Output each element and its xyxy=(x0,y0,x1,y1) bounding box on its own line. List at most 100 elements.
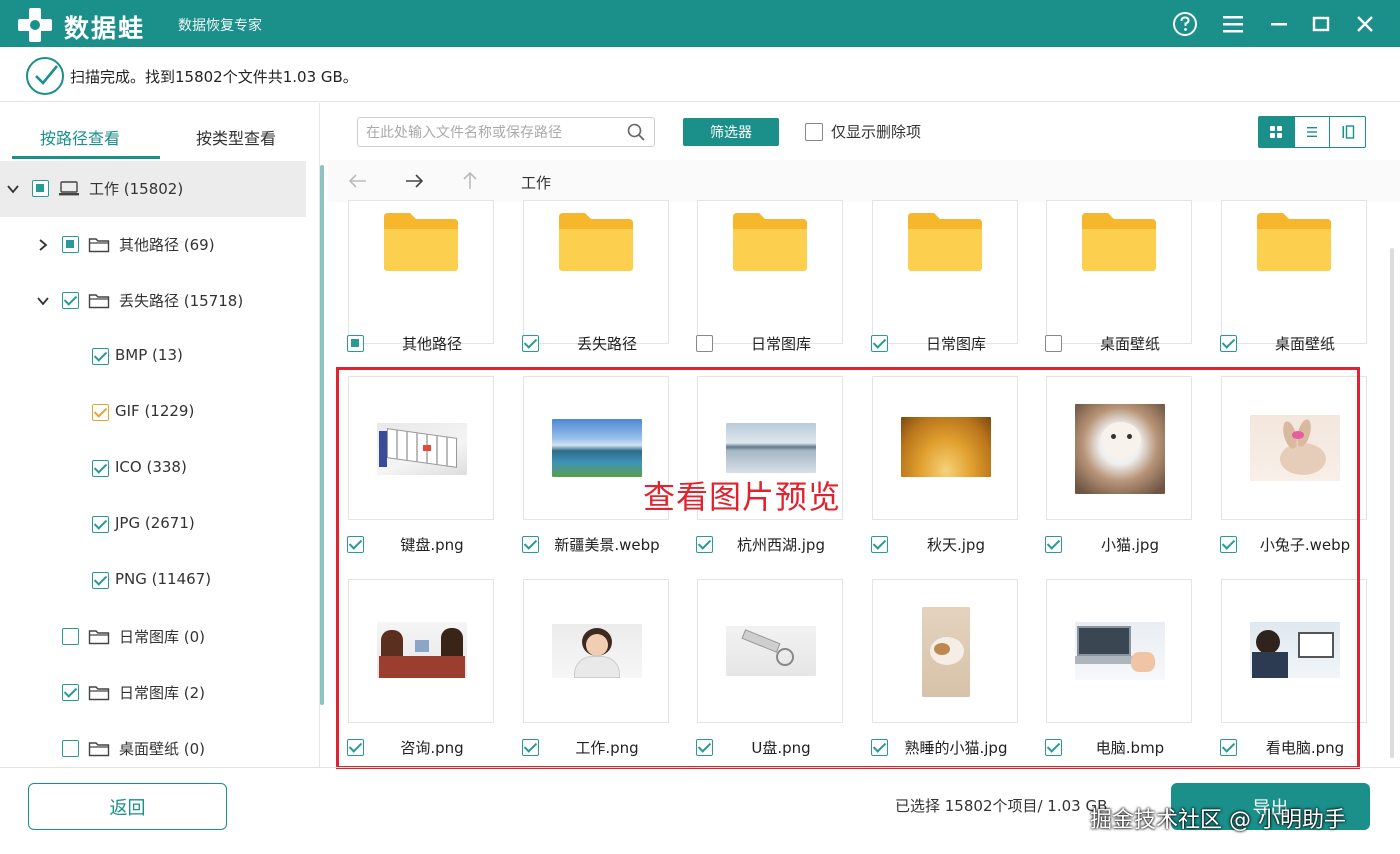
maximize-button[interactable] xyxy=(1306,9,1336,39)
tree-checkbox[interactable] xyxy=(92,460,109,477)
file-checkbox[interactable] xyxy=(871,335,888,352)
image-tile[interactable] xyxy=(523,579,669,723)
image-tile[interactable] xyxy=(348,376,494,520)
file-checkbox[interactable] xyxy=(1220,536,1237,553)
back-arrow-icon[interactable] xyxy=(346,170,370,192)
search-input[interactable] xyxy=(366,122,626,144)
folder-tile[interactable] xyxy=(872,200,1018,344)
tree-row[interactable]: 其他路径 (69) xyxy=(0,217,306,273)
file-checkbox[interactable] xyxy=(1220,335,1237,352)
lake-mountains-thumbnail xyxy=(552,419,642,477)
tree-row[interactable]: BMP (13) xyxy=(0,329,306,385)
tree-row[interactable]: GIF (1229) xyxy=(0,385,306,441)
list-view-button[interactable] xyxy=(1293,117,1330,147)
tree-row[interactable]: 日常图库 (0) xyxy=(0,609,306,665)
file-checkbox[interactable] xyxy=(696,536,713,553)
filter-button[interactable]: 筛选器 xyxy=(683,118,779,146)
minimize-button[interactable] xyxy=(1264,9,1294,39)
help-button[interactable] xyxy=(1170,9,1200,39)
folder-tile[interactable] xyxy=(523,200,669,344)
chevron-down-icon[interactable] xyxy=(36,294,50,308)
chevron-down-icon[interactable] xyxy=(6,182,20,196)
folder-icon xyxy=(88,294,110,309)
file-checkbox[interactable] xyxy=(696,335,713,352)
folder-tile[interactable] xyxy=(697,200,843,344)
grid-view-button[interactable] xyxy=(1259,117,1294,147)
tree-row[interactable]: JPG (2671) xyxy=(0,497,306,553)
tree-row[interactable]: 丢失路径 (15718) xyxy=(0,273,306,329)
image-tile[interactable] xyxy=(1221,579,1367,723)
menu-button[interactable] xyxy=(1218,9,1248,39)
man-computer-thumbnail xyxy=(1250,622,1340,678)
folder-tile[interactable] xyxy=(1221,200,1367,344)
tree-item-label: 日常图库 (2) xyxy=(119,684,206,702)
tree-row[interactable]: ICO (338) xyxy=(0,441,306,497)
file-checkbox[interactable] xyxy=(347,536,364,553)
file-checkbox[interactable] xyxy=(347,335,364,352)
keyboard-thumbnail xyxy=(377,423,467,475)
help-icon xyxy=(1173,12,1197,36)
file-checkbox[interactable] xyxy=(522,536,539,553)
folder-tile[interactable] xyxy=(1046,200,1192,344)
file-checkbox[interactable] xyxy=(1045,536,1062,553)
image-tile[interactable] xyxy=(1046,579,1192,723)
tree-row[interactable]: 日常图库 (2) xyxy=(0,665,306,721)
tree-row[interactable]: 工作 (15802) xyxy=(0,161,306,217)
file-name-label: 小兔子.webp xyxy=(1259,536,1351,554)
app-subtitle: 数据恢复专家 xyxy=(178,18,262,34)
file-checkbox[interactable] xyxy=(347,739,364,756)
tree-row[interactable]: PNG (11467) xyxy=(0,553,306,609)
laptop-thumbnail xyxy=(1075,622,1165,680)
tree-checkbox[interactable] xyxy=(62,684,79,701)
tree-checkbox[interactable] xyxy=(62,292,79,309)
file-checkbox[interactable] xyxy=(1220,739,1237,756)
tree-checkbox[interactable] xyxy=(92,348,109,365)
scan-complete-icon xyxy=(26,57,64,95)
tree-checkbox[interactable] xyxy=(62,628,79,645)
tree-checkbox[interactable] xyxy=(92,572,109,589)
up-arrow-icon[interactable] xyxy=(458,170,482,192)
file-name-label: 日常图库 xyxy=(925,335,986,353)
minimize-icon xyxy=(1271,23,1287,26)
grid-view-icon xyxy=(1270,126,1283,138)
folder-icon xyxy=(384,213,458,271)
tree-checkbox[interactable] xyxy=(62,236,79,253)
image-tile[interactable] xyxy=(872,579,1018,723)
image-tile[interactable] xyxy=(348,579,494,723)
file-checkbox[interactable] xyxy=(522,739,539,756)
detail-view-button[interactable] xyxy=(1329,117,1365,147)
deleted-only-label: 仅显示删除项 xyxy=(831,123,922,141)
file-checkbox[interactable] xyxy=(1045,739,1062,756)
tree-item-label: 其他路径 (69) xyxy=(119,236,215,254)
grid-scrollbar[interactable] xyxy=(1390,248,1394,758)
image-tile[interactable] xyxy=(697,579,843,723)
tree-checkbox[interactable] xyxy=(92,404,109,421)
folder-icon xyxy=(88,630,110,645)
file-checkbox[interactable] xyxy=(696,739,713,756)
file-checkbox[interactable] xyxy=(1045,335,1062,352)
tree-checkbox[interactable] xyxy=(62,740,79,757)
close-button[interactable] xyxy=(1350,9,1380,39)
sidebar-scrollbar[interactable] xyxy=(320,165,324,705)
tab-by-type[interactable]: 按类型查看 xyxy=(196,125,276,149)
file-checkbox[interactable] xyxy=(871,739,888,756)
deleted-only-checkbox[interactable] xyxy=(805,122,823,141)
search-icon[interactable] xyxy=(626,122,646,142)
image-tile[interactable] xyxy=(872,376,1018,520)
forward-arrow-icon[interactable] xyxy=(402,170,426,192)
deleted-only-toggle[interactable]: 仅显示删除项 xyxy=(805,121,921,142)
tree-checkbox[interactable] xyxy=(32,180,49,197)
file-checkbox[interactable] xyxy=(871,536,888,553)
back-button[interactable]: 返回 xyxy=(28,783,227,830)
image-tile[interactable] xyxy=(1046,376,1192,520)
chevron-right-icon[interactable] xyxy=(36,238,50,252)
detail-view-icon xyxy=(1342,125,1354,139)
tab-by-path[interactable]: 按路径查看 xyxy=(40,125,120,149)
preview-annotation: 查看图片预览 xyxy=(643,478,842,516)
folder-tile[interactable] xyxy=(348,200,494,344)
file-name-label: 其他路径 xyxy=(401,335,462,353)
tree-item-label: GIF (1229) xyxy=(115,402,195,420)
file-checkbox[interactable] xyxy=(522,335,539,352)
image-tile[interactable] xyxy=(1221,376,1367,520)
tree-checkbox[interactable] xyxy=(92,516,109,533)
